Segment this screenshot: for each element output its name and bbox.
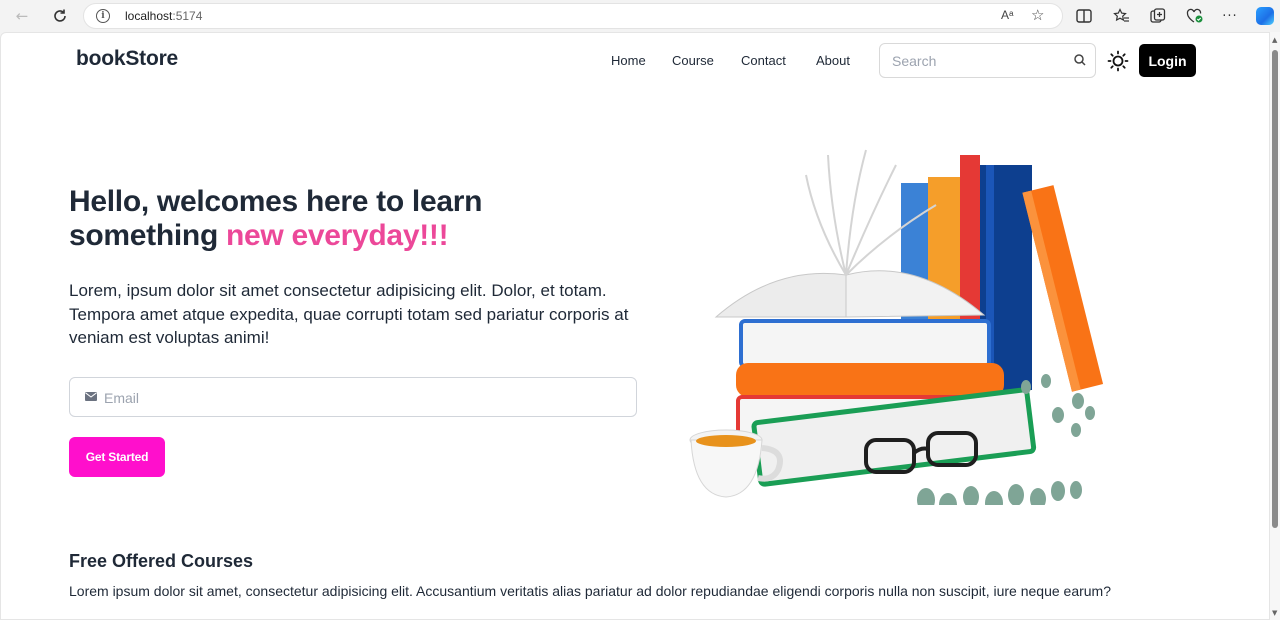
split-screen-icon[interactable] [1074, 6, 1094, 26]
site-info-icon[interactable]: i [96, 9, 110, 23]
hero-title-accent: new everyday!!! [226, 219, 449, 252]
url-text: localhost:5174 [125, 9, 203, 23]
hero-description: Lorem, ipsum dolor sit amet consectetur … [69, 281, 629, 347]
page-scrollbar[interactable]: ▲ ▼ [1270, 32, 1280, 620]
nav-link-home[interactable]: Home [611, 53, 646, 68]
stacked-book-blue [739, 319, 991, 368]
page-viewport: bookStore Home Course Contact About Logi… [0, 32, 1270, 620]
nav-link-course[interactable]: Course [672, 53, 714, 68]
login-button[interactable]: Login [1139, 44, 1196, 77]
books-illustration [689, 149, 1104, 505]
search-icon[interactable] [1072, 52, 1088, 68]
email-field-wrapper [69, 377, 637, 417]
hero-title: Hello, welcomes here to learn something … [69, 185, 629, 253]
email-input[interactable] [104, 388, 604, 408]
favorite-star-icon[interactable]: ☆ [1031, 6, 1044, 24]
nav-link-contact[interactable]: Contact [741, 53, 786, 68]
site-logo[interactable]: bookStore [76, 47, 178, 71]
address-bar[interactable]: i localhost:5174 Aᵃ ☆ [83, 3, 1063, 29]
favorites-icon[interactable] [1111, 6, 1131, 26]
scrollbar-thumb[interactable] [1272, 50, 1278, 528]
read-aloud-icon[interactable]: Aᵃ [1001, 8, 1013, 22]
search-input[interactable] [892, 51, 1062, 71]
search-box [879, 43, 1096, 78]
copilot-icon[interactable] [1256, 7, 1274, 25]
theme-toggle-sun-icon[interactable] [1107, 50, 1129, 72]
envelope-icon [85, 392, 97, 401]
nav-link-about[interactable]: About [816, 53, 850, 68]
courses-title: Free Offered Courses [69, 551, 254, 571]
courses-description: Lorem ipsum dolor sit amet, consectetur … [69, 583, 1112, 599]
browser-essentials-icon[interactable] [1185, 6, 1205, 26]
collections-icon[interactable] [1148, 6, 1168, 26]
scroll-up-arrow-icon[interactable]: ▲ [1272, 36, 1277, 44]
stacked-book-orange [736, 363, 1004, 397]
more-options-icon[interactable]: ··· [1220, 6, 1240, 26]
back-arrow-icon[interactable]: ← [11, 6, 33, 26]
leaning-book-orange [1022, 185, 1104, 392]
get-started-button[interactable]: Get Started [69, 437, 165, 477]
open-book-left-page [714, 272, 847, 318]
scroll-down-arrow-icon[interactable]: ▼ [1272, 609, 1277, 617]
reload-icon[interactable] [49, 6, 71, 26]
browser-toolbar: ← i localhost:5174 Aᵃ ☆ ··· [0, 0, 1280, 32]
